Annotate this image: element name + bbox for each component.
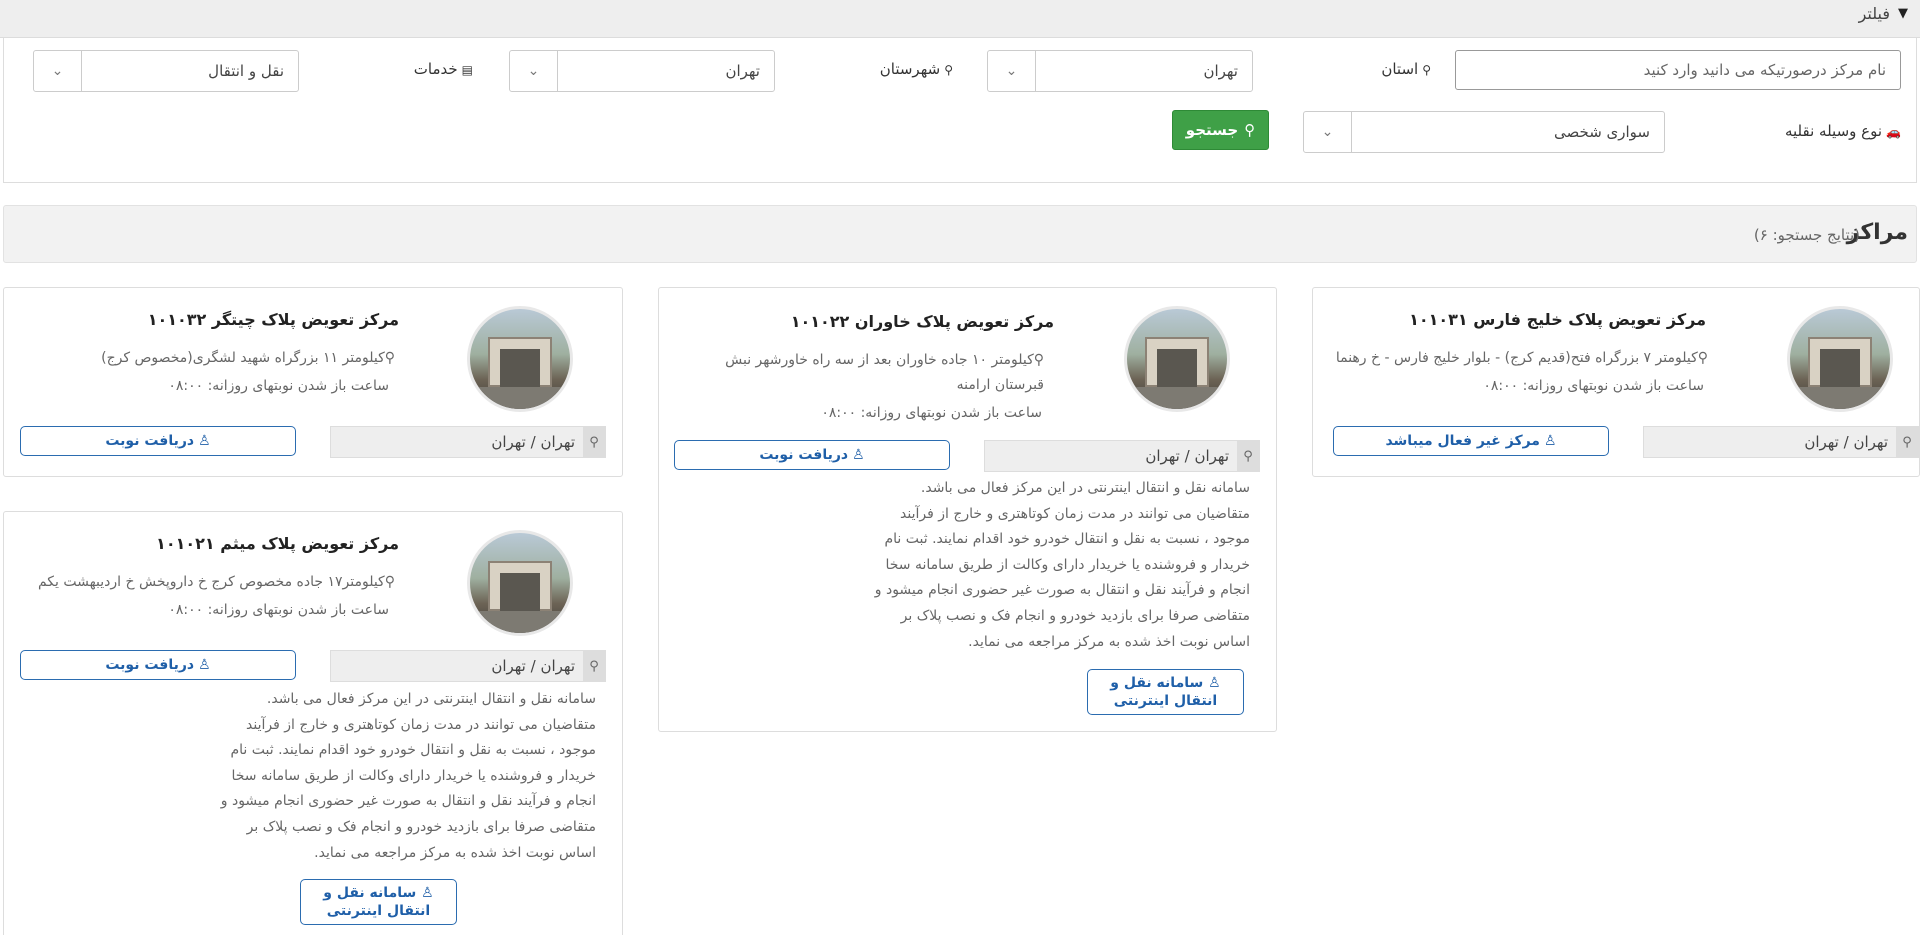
user-icon: ♙ [198, 433, 211, 449]
city-label: ⚲شهرستان [879, 60, 953, 78]
center-location-text: تهران / تهران [1804, 433, 1888, 451]
center-location-text: تهران / تهران [1145, 447, 1229, 465]
center-title: مرکز تعویض پلاک خاوران ۱۰۱۰۲۲ [790, 312, 1054, 331]
filter-header[interactable]: ▼ فیلتر [0, 0, 1920, 38]
center-card: مرکز تعویض پلاک میثم ۱۰۱۰۲۱ ⚲کیلومتر۱۷ ج… [3, 511, 623, 935]
center-photo [467, 530, 573, 636]
chevron-down-icon[interactable]: ⌄ [988, 51, 1036, 91]
funnel-icon: ▼ [1898, 6, 1908, 21]
filter-panel: ⚲استان تهران ⌄ ⚲شهرستان تهران ⌄ ▤خدمات ن… [3, 38, 1917, 183]
center-photo [467, 306, 573, 412]
province-select-value: تهران [1203, 62, 1238, 80]
get-appointment-button[interactable]: ♙ دریافت نوبت [20, 426, 296, 456]
center-location-text: تهران / تهران [491, 657, 575, 675]
province-label: ⚲استان [1381, 60, 1431, 78]
user-icon: ♙ [852, 447, 865, 463]
filter-title: فیلتر [1858, 4, 1890, 23]
user-icon: ♙ [198, 657, 211, 673]
center-hours: ساعت باز شدن نوبتهای روزانه: ۰۸:۰۰ [1483, 378, 1704, 394]
center-title: مرکز تعویض پلاک خلیج فارس ۱۰۱۰۳۱ [1409, 310, 1706, 329]
map-marker-icon: ⚲ [1697, 350, 1708, 366]
center-title: مرکز تعویض پلاک چیتگر ۱۰۱۰۳۲ [147, 310, 399, 329]
user-icon: ♙ [421, 885, 434, 901]
online-transfer-button[interactable]: ♙ سامانه نقل و انتقال اینترنتی [1087, 669, 1244, 715]
map-marker-icon: ⚲ [384, 350, 395, 366]
chevron-down-icon[interactable]: ⌄ [34, 51, 82, 91]
city-select[interactable]: تهران ⌄ [509, 50, 775, 92]
center-description: سامانه نقل و انتقال اینترنتی در این مرکز… [220, 691, 596, 861]
online-transfer-button[interactable]: ♙ سامانه نقل و انتقال اینترنتی [300, 879, 457, 925]
map-marker-icon: ⚲ [384, 574, 395, 590]
get-appointment-button[interactable]: ♙ دریافت نوبت [674, 440, 950, 470]
center-card: مرکز تعویض پلاک خلیج فارس ۱۰۱۰۳۱ ⚲کیلومت… [1312, 287, 1920, 477]
center-inactive-button[interactable]: ♙ مرکز غیر فعال میباشد [1333, 426, 1609, 456]
center-hours: ساعت باز شدن نوبتهای روزانه: ۰۸:۰۰ [168, 602, 389, 618]
list-icon: ▤ [461, 63, 473, 77]
center-hours: ساعت باز شدن نوبتهای روزانه: ۰۸:۰۰ [821, 405, 1042, 421]
services-label: ▤خدمات [413, 60, 473, 78]
center-name-input[interactable] [1455, 50, 1901, 90]
services-select-value: نقل و انتقال [208, 62, 284, 80]
map-marker-icon: ⚲ [583, 651, 605, 681]
center-address: ⚲کیلومتر ۱۰ جاده خاوران بعد از سه راه خا… [725, 352, 1044, 393]
chevron-down-icon[interactable]: ⌄ [510, 51, 558, 91]
map-marker-icon: ⚲ [1422, 63, 1431, 77]
center-address: ⚲کیلومتر ۱۱ بزرگراه شهید لشگری(مخصوص کرج… [101, 350, 395, 366]
search-button-label: جستجو [1185, 121, 1239, 139]
city-select-value: تهران [725, 62, 760, 80]
user-icon: ♙ [1543, 433, 1557, 449]
vehicle-label: 🚗نوع وسیله نقلیه [1784, 122, 1901, 140]
vehicle-select[interactable]: سواری شخصی ⌄ [1303, 111, 1665, 153]
map-marker-icon: ⚲ [583, 427, 605, 457]
car-icon: 🚗 [1886, 125, 1901, 139]
center-card: مرکز تعویض پلاک چیتگر ۱۰۱۰۳۲ ⚲کیلومتر ۱۱… [3, 287, 623, 477]
center-address: ⚲کیلومتر ۷ بزرگراه فتح(قدیم کرج) - بلوار… [1335, 350, 1708, 366]
vehicle-select-value: سواری شخصی [1554, 123, 1650, 141]
center-hours: ساعت باز شدن نوبتهای روزانه: ۰۸:۰۰ [168, 378, 389, 394]
map-marker-icon: ⚲ [1033, 352, 1044, 368]
center-title: مرکز تعویض پلاک میثم ۱۰۱۰۲۱ [156, 534, 399, 553]
map-marker-icon: ⚲ [944, 63, 953, 77]
center-address: ⚲کیلومتر۱۷ جاده مخصوص کرج خ داروپخش خ ار… [37, 574, 395, 590]
search-button[interactable]: ⚲ جستجو [1172, 110, 1269, 150]
map-marker-icon: ⚲ [1237, 441, 1259, 471]
center-photo [1124, 306, 1230, 412]
center-location: ⚲ تهران / تهران [1643, 426, 1919, 458]
filter-toggle[interactable]: ▼ فیلتر [1859, 4, 1908, 23]
center-photo [1787, 306, 1893, 412]
center-card: مرکز تعویض پلاک خاوران ۱۰۱۰۲۲ ⚲کیلومتر ۱… [658, 287, 1277, 732]
center-location: ⚲ تهران / تهران [330, 426, 606, 458]
user-icon: ♙ [1208, 675, 1221, 691]
center-location: ⚲ تهران / تهران [984, 440, 1260, 472]
get-appointment-button[interactable]: ♙ دریافت نوبت [20, 650, 296, 680]
results-count: (نتایج جستجو: ۶) [1753, 226, 1860, 244]
map-marker-icon: ⚲ [1896, 427, 1918, 457]
results-header: مراکز (نتایج جستجو: ۶) [3, 205, 1917, 263]
services-select[interactable]: نقل و انتقال ⌄ [33, 50, 299, 92]
chevron-down-icon[interactable]: ⌄ [1304, 112, 1352, 152]
center-location: ⚲ تهران / تهران [330, 650, 606, 682]
search-icon: ⚲ [1244, 121, 1256, 139]
center-description: سامانه نقل و انتقال اینترنتی در این مرکز… [874, 480, 1250, 650]
province-select[interactable]: تهران ⌄ [987, 50, 1253, 92]
center-location-text: تهران / تهران [491, 433, 575, 451]
